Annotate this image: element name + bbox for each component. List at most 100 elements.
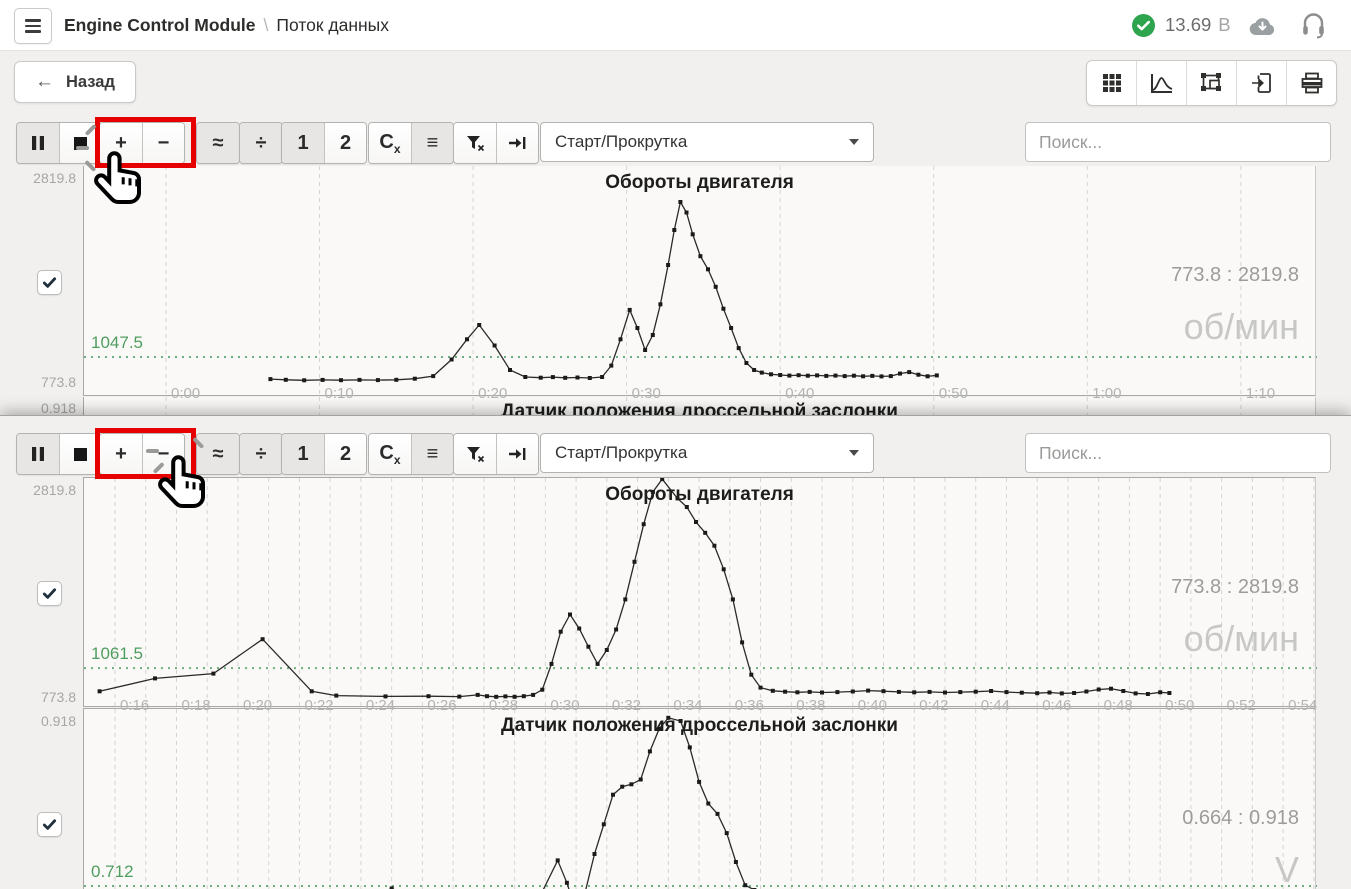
chart-plot-rpm_overview: 1047.50:000:100:200:300:400:501:001:10Об… bbox=[83, 166, 1316, 396]
x-tick-label: 0:44 bbox=[981, 697, 1010, 714]
toolbar-goto-end-button[interactable] bbox=[496, 123, 538, 163]
menu-button[interactable] bbox=[14, 8, 52, 44]
toolbar-goto-end-button[interactable] bbox=[496, 434, 538, 474]
toolbar-filter-clear-button[interactable] bbox=[454, 434, 496, 474]
x-tick-label: 0:42 bbox=[919, 697, 948, 714]
toolbar-group: ÷ bbox=[239, 122, 283, 164]
x-tick-label: 0:20 bbox=[243, 697, 272, 714]
cloud-download-icon[interactable] bbox=[1249, 15, 1276, 41]
stream-toolbar: +−≈÷ 1 2 Cx≡ Старт/Прокрутка bbox=[0, 122, 1351, 162]
value-range-label: 0.664 : 0.918 bbox=[1182, 807, 1299, 830]
toolbar-stop-button[interactable] bbox=[59, 434, 101, 474]
one-column-glyph: 1 bbox=[297, 133, 308, 153]
x-tick-label: 0:54 bbox=[1288, 697, 1317, 714]
toolbar-layout-list-button[interactable]: ≡ bbox=[411, 434, 453, 474]
search-input[interactable] bbox=[1025, 122, 1331, 162]
toolbar-smooth-button[interactable]: ≈ bbox=[197, 123, 239, 163]
stream-panel-bottom: 2819.8773.81061.50:160:180:200:220:240:2… bbox=[0, 415, 1351, 889]
mode-select-value: Старт/Прокрутка bbox=[555, 443, 687, 463]
x-tick-label: 0:30 bbox=[632, 385, 661, 402]
breadcrumb-current: Поток данных bbox=[276, 15, 389, 36]
toolbar-stop-button[interactable] bbox=[59, 123, 101, 163]
chart-title: Датчик положения дроссельной заслонки bbox=[84, 715, 1315, 737]
toolbar-zoom-in-button[interactable]: + bbox=[100, 123, 142, 163]
toolbar-group: Cx ≡ bbox=[368, 433, 454, 475]
channel-checkbox[interactable] bbox=[37, 270, 62, 295]
toolbar-one-column-button[interactable]: 1 bbox=[282, 434, 324, 474]
x-tick-label: 1:00 bbox=[1092, 385, 1121, 402]
toolbar-split-button[interactable]: ÷ bbox=[240, 123, 282, 163]
toolbar-group bbox=[16, 433, 102, 475]
search-input[interactable] bbox=[1025, 433, 1331, 473]
unit-watermark: об/мин bbox=[1184, 306, 1299, 348]
current-value-label: 0.712 bbox=[91, 862, 134, 882]
filter-x-icon bbox=[465, 134, 485, 152]
toolbar-group: ≈ bbox=[196, 122, 240, 164]
top-header: Engine Control Module \ Поток данных 13.… bbox=[0, 0, 1351, 51]
headset-icon[interactable] bbox=[1301, 11, 1326, 44]
x-tick-label: 0:52 bbox=[1227, 697, 1256, 714]
page-title: Engine Control Module bbox=[64, 15, 256, 36]
grid-view-button[interactable] bbox=[1087, 61, 1136, 105]
arrow-to-bar-icon bbox=[508, 135, 527, 151]
click-burst-dash bbox=[76, 146, 89, 150]
back-button[interactable]: ← Назад bbox=[14, 61, 136, 103]
toolbar-zoom-in-button[interactable]: + bbox=[100, 434, 142, 474]
toolbar-smooth-button[interactable]: ≈ bbox=[197, 434, 239, 474]
current-value-label: 1061.5 bbox=[91, 644, 143, 664]
x-tick-label: 0:34 bbox=[673, 697, 702, 714]
toolbar-group bbox=[453, 433, 539, 475]
curve-view-button[interactable] bbox=[1136, 61, 1186, 105]
y-max-label: 0.918 bbox=[0, 400, 76, 416]
chart-title: Обороты двигателя bbox=[84, 172, 1315, 194]
check-icon bbox=[42, 275, 57, 290]
y-max-label: 0.918 bbox=[0, 713, 76, 729]
two-columns-glyph: 2 bbox=[340, 133, 351, 153]
mode-select[interactable]: Старт/Прокрутка bbox=[540, 122, 874, 162]
toolbar-two-columns-button[interactable]: 2 bbox=[324, 123, 366, 163]
back-label: Назад bbox=[66, 73, 115, 92]
export-button[interactable] bbox=[1236, 61, 1286, 105]
toolbar-one-column-button[interactable]: 1 bbox=[282, 123, 324, 163]
toolbar-layout-list-button[interactable]: ≡ bbox=[411, 123, 453, 163]
channel-checkbox[interactable] bbox=[37, 581, 62, 606]
toolbar-filter-clear-button[interactable] bbox=[454, 123, 496, 163]
mode-select[interactable]: Старт/Прокрутка bbox=[540, 433, 874, 473]
toolbar-two-columns-button[interactable]: 2 bbox=[324, 434, 366, 474]
x-tick-label: 0:40 bbox=[785, 385, 814, 402]
toolbar-group: Cx≡ bbox=[368, 122, 454, 164]
voltage-value: 13.69 bbox=[1165, 14, 1211, 36]
check-icon bbox=[42, 817, 57, 832]
toolbar-pause-button[interactable] bbox=[17, 123, 59, 163]
toolbar-clear-button[interactable]: Cx bbox=[369, 434, 411, 474]
view-actions-toolbar bbox=[1086, 60, 1337, 106]
smooth-glyph: ≈ bbox=[213, 444, 224, 464]
toolbar-group bbox=[453, 122, 539, 164]
toolbar-split-button[interactable]: ÷ bbox=[240, 434, 282, 474]
channel-checkbox[interactable] bbox=[37, 812, 62, 837]
toolbar-zoom-out-button[interactable]: − bbox=[142, 123, 184, 163]
toolbar-pause-button[interactable] bbox=[17, 434, 59, 474]
toolbar-group: 12 bbox=[281, 433, 367, 475]
stream-toolbar: +− ≈ ÷ 12 Cx ≡ Старт/Прокрутка bbox=[0, 433, 1351, 473]
y-max-label: 2819.8 bbox=[0, 482, 76, 498]
two-columns-glyph: 2 bbox=[340, 444, 351, 464]
toolbar-clear-button[interactable]: Cx bbox=[369, 123, 411, 163]
printer-button[interactable] bbox=[1286, 61, 1336, 105]
check-icon bbox=[42, 586, 57, 601]
y-min-label: 773.8 bbox=[0, 374, 76, 390]
select-region-button[interactable] bbox=[1186, 61, 1236, 105]
layout-list-glyph: ≡ bbox=[427, 444, 439, 464]
back-arrow-icon: ← bbox=[35, 71, 54, 93]
x-tick-label: 0:46 bbox=[1042, 697, 1071, 714]
filter-x-icon bbox=[465, 445, 485, 463]
x-tick-label: 0:30 bbox=[550, 697, 579, 714]
split-glyph: ÷ bbox=[256, 444, 267, 464]
x-tick-label: 0:20 bbox=[478, 385, 507, 402]
unit-watermark: V bbox=[1275, 849, 1299, 889]
y-min-label: 773.8 bbox=[0, 689, 76, 705]
clear-glyph: Cx bbox=[379, 443, 400, 466]
x-tick-label: 0:22 bbox=[304, 697, 333, 714]
toolbar-zoom-out-button[interactable]: − bbox=[142, 434, 184, 474]
app-window: Engine Control Module \ Поток данных 13.… bbox=[0, 0, 1351, 889]
